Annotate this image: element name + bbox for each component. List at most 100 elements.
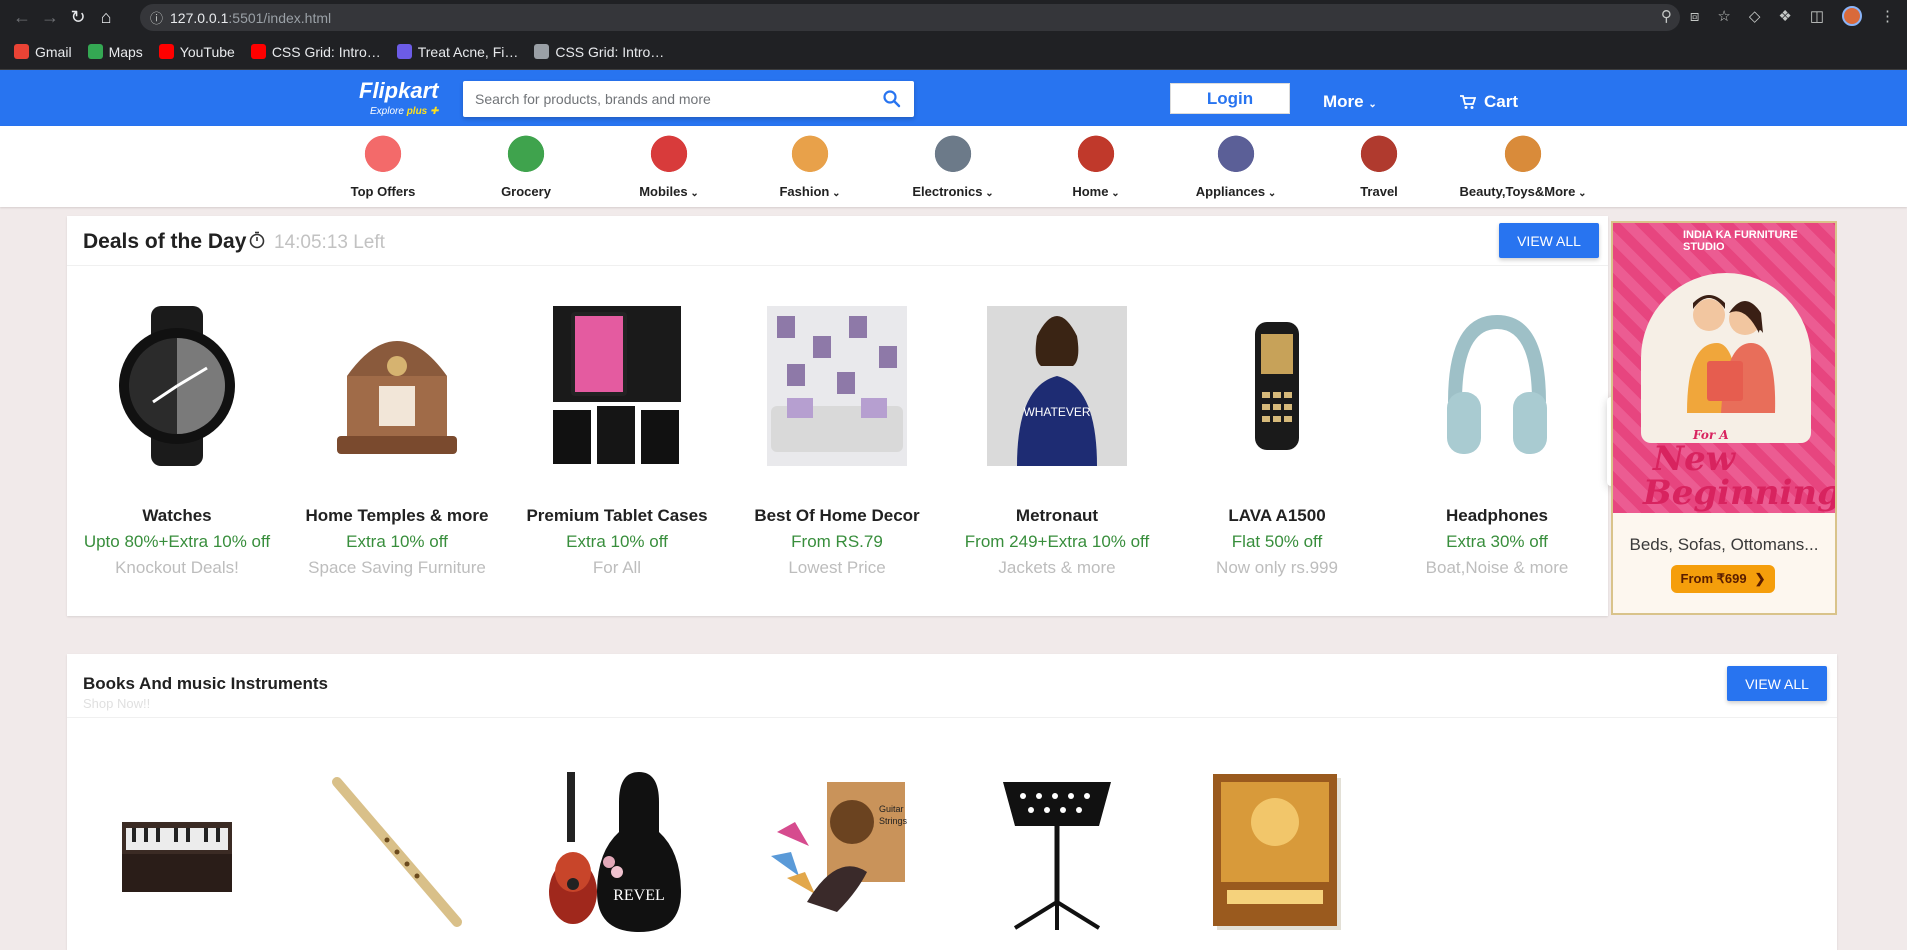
site-info-icon[interactable]: ⓘ [150, 8, 170, 27]
logo-subtitle: Explore plus ✚ [370, 106, 438, 117]
ad-caption: Beds, Sofas, Ottomans... [1629, 535, 1819, 554]
site-header: Flipkart Explore plus ✚ Login More ⌄ Car… [0, 70, 1907, 126]
view-all-button[interactable]: VIEW ALL [1499, 223, 1599, 258]
category-travel[interactable]: Travel [1309, 126, 1449, 199]
category-label: Beauty,Toys&More ⌄ [1453, 184, 1593, 199]
books-music-section: Books And music Instruments Shop Now!! V… [67, 654, 1837, 950]
forward-icon[interactable]: → [36, 3, 64, 31]
profile-avatar[interactable] [1842, 6, 1862, 26]
music-stand-image [987, 772, 1127, 937]
search-icon[interactable] [882, 89, 902, 109]
deal-subtext: Lowest Price [788, 558, 886, 577]
ad-headline-line3: Beginning [1643, 473, 1837, 513]
search-bar [463, 81, 914, 117]
chevron-right-icon: ❯ [1754, 571, 1766, 586]
bookmark-item[interactable]: Treat Acne, Fi… [396, 43, 519, 60]
category-label: Appliances ⌄ [1166, 184, 1306, 199]
deal-card[interactable]: Home Temples & more Extra 10% off Space Sa… [287, 268, 507, 578]
deal-card[interactable]: Best Of Home Decor From RS.79 Lowest Price [727, 268, 947, 578]
sidebar-icon[interactable]: ◫ [1810, 7, 1824, 25]
product-card[interactable] [287, 772, 507, 932]
bookmark-item[interactable]: CSS Grid: Intro… [250, 44, 381, 60]
browser-toolbar: ← → ↻ ⌂ ⓘ 127.0.0.1:5501/index.html ⚲ ⧈ … [0, 0, 1907, 34]
couple-illustration [1687, 295, 1776, 413]
view-all-button[interactable]: VIEW ALL [1727, 666, 1827, 701]
site-icon [396, 44, 412, 59]
category-text: Appliances [1195, 184, 1266, 199]
flipkart-logo[interactable]: Flipkart [359, 78, 438, 104]
category-home[interactable]: Home ⌄ [1026, 126, 1166, 199]
deal-offer: From 249+Extra 10% off [964, 532, 1150, 551]
menu-kebab-icon[interactable]: ⋮ [1880, 7, 1895, 25]
deal-subtext: Knockout Deals! [115, 558, 239, 577]
puzzle-icon[interactable]: ❖ [1778, 7, 1791, 25]
address-bar[interactable]: ⓘ 127.0.0.1:5501/index.html [140, 4, 1680, 31]
category-appliances[interactable]: Appliances ⌄ [1166, 126, 1306, 199]
category-text: Beauty,Toys&More [1459, 184, 1576, 199]
deal-card[interactable]: WHATEVER Metronaut From 249+Extra 10% off J… [947, 268, 1167, 578]
login-button[interactable]: Login [1170, 83, 1290, 114]
product-card[interactable] [67, 772, 287, 932]
bookmark-star-icon[interactable]: ☆ [1717, 7, 1730, 25]
category-label: Grocery [456, 184, 596, 199]
extension-icons: ⚲ ⧈ ☆ ◇ ❖ ◫ ⋮ [1661, 6, 1895, 26]
bookmark-label: CSS Grid: Intro… [555, 43, 665, 60]
deal-offer: From RS.79 [791, 532, 883, 551]
product-card[interactable]: REVEL [507, 772, 727, 932]
back-icon[interactable]: ← [8, 3, 36, 31]
deal-card[interactable]: LAVA A1500 Flat 50% off Now only rs.999 [1167, 268, 1387, 578]
category-bar: Top Offers Grocery Mobiles ⌄ Fashion ⌄ Elect… [0, 126, 1907, 207]
share-icon[interactable]: ⧈ [1690, 8, 1700, 25]
deal-name: LAVA A1500 [1228, 506, 1326, 525]
youtube-icon [250, 44, 266, 59]
chevron-down-icon: ⌄ [1368, 99, 1377, 110]
beauty-toys-icon [1501, 134, 1545, 178]
home-icon[interactable]: ⌂ [92, 3, 120, 31]
product-card[interactable] [947, 772, 1167, 932]
category-label: Electronics ⌄ [883, 184, 1023, 199]
chevron-down-icon: ⌄ [1108, 188, 1120, 199]
deal-card[interactable]: Headphones Extra 30% off Boat,Noise & more [1387, 268, 1607, 578]
headphones-image [1427, 306, 1567, 466]
cart-icon [1460, 94, 1476, 109]
home-decor-image [767, 306, 907, 466]
product-card[interactable]: Guitar Strings [727, 772, 947, 932]
deal-name: Best Of Home Decor [754, 506, 920, 525]
category-grocery[interactable]: Grocery [456, 126, 596, 199]
deal-offer: Flat 50% off [1231, 532, 1323, 551]
reload-icon[interactable]: ↻ [64, 3, 92, 31]
travel-icon [1357, 134, 1401, 178]
deal-card[interactable]: Premium Tablet Cases Extra 10% off For All [507, 268, 727, 578]
section-subtitle: Shop Now!! [83, 696, 151, 711]
category-beauty-toys[interactable]: Beauty,Toys&More ⌄ [1453, 126, 1593, 199]
furniture-ad-banner[interactable]: INDIA KA FURNITURE STUDIO For A New Begi… [1611, 221, 1837, 615]
category-electronics[interactable]: Electronics ⌄ [883, 126, 1023, 199]
guitar-image: REVEL [547, 772, 687, 937]
bookmark-item[interactable]: Maps [87, 44, 143, 60]
product-card[interactable] [1167, 772, 1387, 932]
bookmark-label: Treat Acne, Fi… [417, 43, 519, 60]
logo-plus: plus [406, 106, 428, 117]
bookmark-label: Gmail [35, 43, 72, 60]
category-fashion[interactable]: Fashion ⌄ [740, 126, 880, 199]
bookmark-item[interactable]: Gmail [14, 44, 72, 60]
bookmark-item[interactable]: YouTube [158, 43, 235, 60]
category-mobiles[interactable]: Mobiles ⌄ [599, 126, 739, 199]
flute-image [327, 772, 467, 937]
svg-text:WHATEVER: WHATEVER [1023, 405, 1090, 419]
zoom-icon[interactable]: ⚲ [1661, 7, 1672, 25]
deal-subtext: For All [592, 558, 642, 577]
bookmark-item[interactable]: CSS Grid: Intro… [534, 44, 664, 60]
ad-price-button[interactable]: From ₹699 ❯ [1671, 565, 1775, 593]
search-input[interactable] [463, 81, 863, 117]
extension-icon[interactable]: ◇ [1749, 7, 1761, 25]
category-top-offers[interactable]: Top Offers [313, 126, 453, 199]
deal-subtext: Now only rs.999 [1216, 558, 1338, 577]
deal-offer: Extra 10% off [346, 532, 448, 551]
cart-link[interactable]: Cart [1460, 92, 1518, 112]
bookmark-label: YouTube [179, 43, 235, 60]
temple-image [327, 306, 467, 466]
ad-headline-line2: New [1653, 439, 1735, 479]
deal-card[interactable]: Watches Upto 80%+Extra 10% off Knockout De… [67, 268, 287, 578]
more-menu[interactable]: More ⌄ [1323, 92, 1377, 112]
